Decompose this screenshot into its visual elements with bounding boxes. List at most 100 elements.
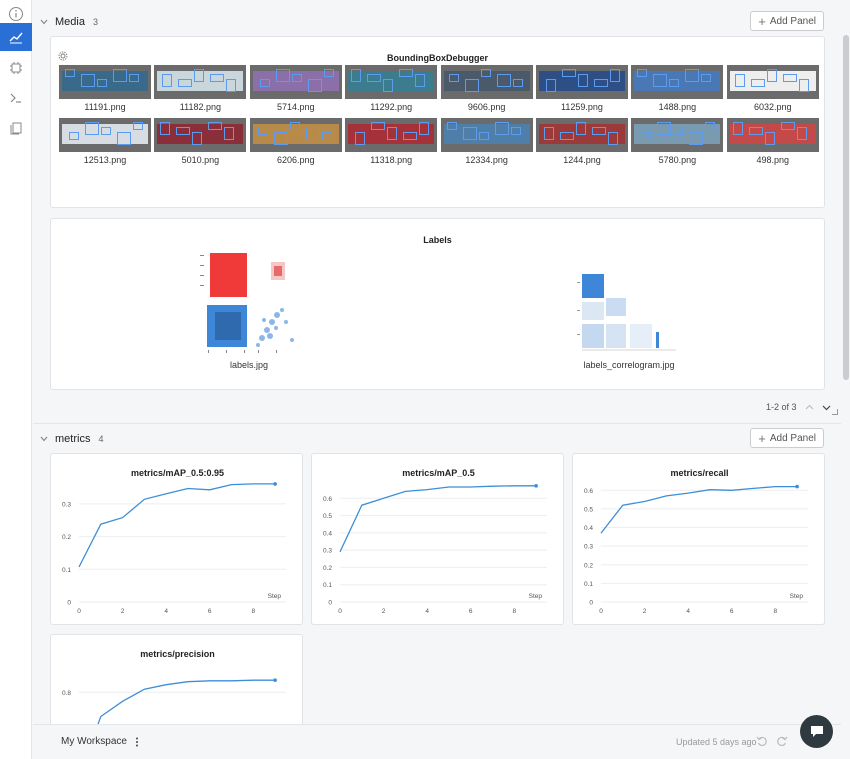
bounding-box [448, 74, 459, 82]
x-tick-label: 6 [208, 608, 212, 615]
chevron-down-icon[interactable] [39, 17, 49, 27]
files-icon[interactable] [0, 114, 32, 142]
thumbnail-item[interactable]: 11318.png [345, 118, 438, 165]
thumbnail-item[interactable]: 5714.png [249, 65, 342, 112]
chevron-down-icon[interactable] [822, 403, 831, 412]
chart-panel-precision[interactable]: metrics/precision0.60.8 [50, 634, 303, 724]
thumbnail-item[interactable]: 12513.png [59, 118, 151, 165]
bounding-box [383, 79, 394, 92]
thumbnail-image[interactable] [154, 65, 247, 99]
thumbnail-item[interactable]: 11182.png [154, 65, 247, 112]
thumbnail-item[interactable]: 11292.png [345, 65, 438, 112]
thumbnail-image[interactable] [631, 65, 724, 99]
thumbnail-image[interactable] [726, 118, 819, 152]
bbox-debugger-panel: BoundingBoxDebugger 11191.png 11182.png 57… [50, 36, 825, 208]
thumbnail-item[interactable]: 1244.png [536, 118, 628, 165]
y-tick-label: 0.6 [584, 488, 593, 495]
thumbnail-item[interactable]: 11191.png [59, 65, 151, 112]
y-tick-label: 0.6 [323, 496, 332, 503]
thumbnail-caption: 9606.png [467, 102, 506, 112]
thumbnail-image[interactable] [59, 118, 151, 152]
thumbnail-item[interactable]: 6032.png [726, 65, 819, 112]
bounding-box [367, 74, 382, 82]
bounding-box [512, 79, 523, 87]
chart-panel-map-0-5-0-95[interactable]: metrics/mAP_0.5:0.95 0 0.1 0.2 0.3 0 2 4 6 8 Step [50, 453, 303, 625]
workspace-main: Media 3 + Add Panel BoundingBoxDebugger … [33, 0, 841, 724]
bounding-box [69, 132, 79, 140]
thumbnail-image[interactable] [154, 118, 247, 152]
thumbnail-item[interactable]: 9606.png [440, 65, 533, 112]
bounding-box [657, 122, 672, 135]
y-tick-label: 0.3 [584, 544, 593, 551]
bounding-box [291, 74, 302, 82]
chart-title: metrics/mAP_0.5 [402, 468, 475, 478]
data-point [273, 482, 277, 486]
labels-panel: Labels labels.jpg labels_correlogram.jpg [50, 218, 825, 390]
thumbnail-image[interactable] [631, 118, 724, 152]
thumbnail-image[interactable] [345, 65, 438, 99]
y-tick-label: 0.2 [323, 565, 332, 572]
bounding-box [129, 74, 139, 82]
bounding-box [419, 122, 430, 135]
labels-correlogram-image[interactable] [576, 272, 682, 356]
bounding-box [796, 127, 807, 140]
chart-panel-recall[interactable]: metrics/recall 0 0.1 0.2 0.3 0.4 0.5 0.6 0 2 4 6 8 St… [572, 453, 825, 625]
thumbnail-caption: 6206.png [277, 155, 315, 165]
thumbnail-image[interactable] [536, 118, 628, 152]
thumbnail-item[interactable]: 1488.png [631, 65, 724, 112]
chevron-down-icon[interactable] [39, 434, 49, 444]
thumbnail-image[interactable] [440, 65, 533, 99]
add-panel-button[interactable]: + Add Panel [750, 11, 824, 31]
bounding-box [464, 79, 479, 92]
bounding-box [732, 122, 743, 135]
thumbnail-image[interactable] [345, 118, 438, 152]
thumbnail-item[interactable]: 12334.png [440, 118, 533, 165]
resize-handle[interactable] [832, 409, 838, 415]
metrics-section-header[interactable]: metrics 4 + Add Panel [33, 424, 841, 454]
thumbnail-image[interactable] [249, 118, 342, 152]
chat-support-button[interactable] [800, 715, 833, 748]
thumbnail-image[interactable] [59, 65, 151, 99]
bounding-box [307, 79, 322, 92]
thumbnail-image[interactable] [536, 65, 628, 99]
thumbnail-item[interactable]: 5010.png [154, 118, 247, 165]
redo-icon[interactable] [775, 734, 789, 748]
y-tick-label: 0.5 [584, 506, 593, 513]
thumbnail-item[interactable]: 498.png [726, 118, 819, 165]
y-tick-label: 0.1 [584, 581, 593, 588]
footer-bar: My Workspace Updated 5 days ago [33, 724, 841, 759]
chevron-up-icon[interactable] [805, 403, 814, 412]
line-chart: metrics/recall 0 0.1 0.2 0.3 0.4 0.5 0.6 0 2 4 6 8 St… [584, 468, 808, 615]
bounding-box [669, 79, 680, 87]
thumbnail-caption: 1244.png [563, 155, 601, 165]
thumbnail-image[interactable] [440, 118, 533, 152]
thumbnail-image[interactable] [726, 65, 819, 99]
x-tick-label: 2 [643, 608, 647, 615]
scrollbar[interactable] [843, 35, 849, 380]
add-panel-button[interactable]: + Add Panel [750, 428, 824, 448]
thumbnail-image[interactable] [249, 65, 342, 99]
thumbnail-item[interactable]: 6206.png [249, 118, 342, 165]
chart-icon[interactable] [0, 23, 32, 51]
bounding-box [387, 127, 398, 140]
bounding-box [101, 127, 111, 135]
x-tick-label: 4 [425, 608, 429, 615]
chart-panel-map-0-5[interactable]: metrics/mAP_0.5 0 0.1 0.2 0.3 0.4 0.5 0.6 0 2 4 6 8 S… [311, 453, 564, 625]
y-tick-label: 0.1 [323, 582, 332, 589]
workspace-menu[interactable]: My Workspace [61, 736, 139, 747]
thumbnail-item[interactable]: 11259.png [536, 65, 628, 112]
y-tick-label: 0.2 [62, 534, 71, 541]
thumbnail-item[interactable]: 5780.png [631, 118, 724, 165]
chip-icon[interactable] [0, 54, 32, 82]
undo-icon[interactable] [755, 734, 769, 748]
terminal-icon[interactable] [0, 84, 32, 112]
series-line [339, 485, 537, 553]
media-section-header[interactable]: Media 3 + Add Panel [33, 7, 841, 37]
more-vertical-icon[interactable] [135, 737, 139, 747]
thumbnail-caption: 5714.png [277, 102, 315, 112]
labels-image[interactable] [196, 250, 302, 354]
bounding-box [305, 127, 320, 140]
plus-icon: + [758, 13, 766, 29]
line-chart: metrics/precision0.60.8 [62, 649, 286, 724]
bounding-box [192, 132, 203, 145]
